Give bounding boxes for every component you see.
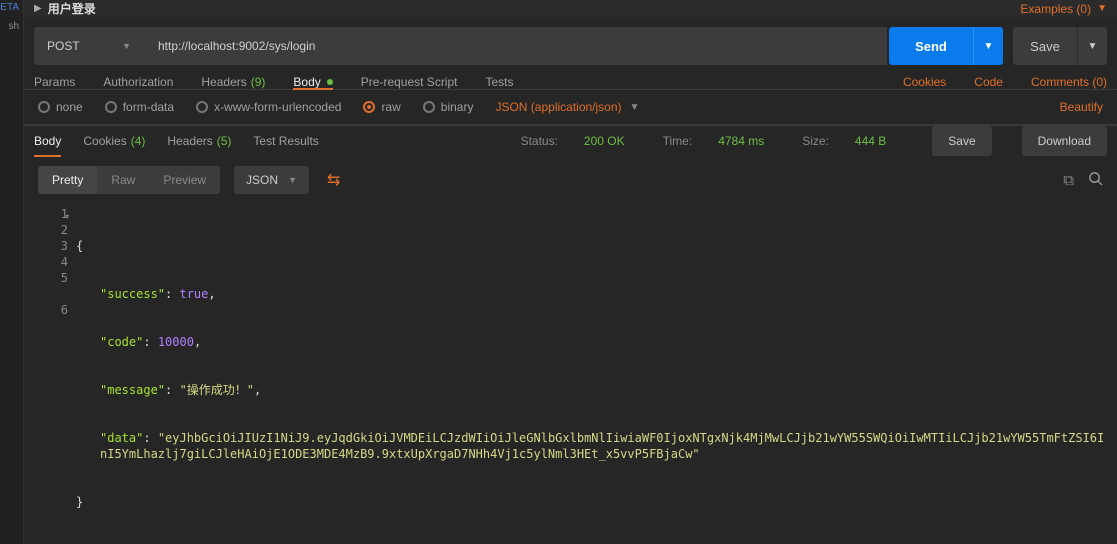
- copy-icon[interactable]: ⧉: [1063, 172, 1074, 189]
- examples-chevron-icon[interactable]: ▼: [1097, 3, 1107, 14]
- tab-headers[interactable]: Headers (9): [201, 75, 265, 89]
- resp-tab-cookies-label: Cookies: [83, 134, 126, 148]
- chevron-down-icon: ▼: [630, 102, 640, 113]
- examples-dropdown[interactable]: Examples (0): [1020, 2, 1091, 16]
- bodytype-none-label: none: [56, 100, 83, 114]
- cookies-link[interactable]: Cookies: [903, 75, 946, 89]
- url-input[interactable]: [144, 27, 887, 65]
- bodytype-formdata-label: form-data: [123, 100, 174, 114]
- send-dropdown-button[interactable]: ▼: [973, 27, 1003, 65]
- line-number: 2: [24, 222, 68, 238]
- save-dropdown-button[interactable]: ▼: [1077, 27, 1107, 65]
- resp-view-preview[interactable]: Preview: [149, 166, 220, 194]
- radio-icon: [423, 101, 435, 113]
- content-type-label: JSON (application/json): [495, 100, 621, 114]
- resp-download-button[interactable]: Download: [1022, 126, 1107, 156]
- tab-body[interactable]: Body: [293, 75, 332, 89]
- size-value: 444 B: [855, 134, 886, 148]
- json-value: "eyJhbGciOiJIUzI1NiJ9.eyJqdGkiOiJVMDEiLC…: [100, 431, 1104, 461]
- bodytype-none[interactable]: none: [38, 100, 83, 114]
- content-type-select[interactable]: JSON (application/json) ▼: [495, 100, 639, 114]
- resp-tab-cookies-count: (4): [131, 134, 146, 148]
- status-label: Status:: [521, 134, 558, 148]
- left-rail: ETA sh: [0, 0, 24, 544]
- radio-icon: [196, 101, 208, 113]
- tab-body-label: Body: [293, 75, 320, 89]
- bodytype-binary[interactable]: binary: [423, 100, 474, 114]
- tab-headers-label: Headers: [201, 75, 246, 89]
- radio-icon: [363, 101, 375, 113]
- resp-view-pretty[interactable]: Pretty: [38, 166, 97, 194]
- comments-link[interactable]: Comments (0): [1031, 75, 1107, 89]
- tab-tests[interactable]: Tests: [485, 75, 513, 89]
- time-value: 4784 ms: [718, 134, 764, 148]
- left-rail-item: sh: [0, 21, 19, 32]
- body-modified-dot-icon: [327, 79, 333, 85]
- line-number: 3: [24, 238, 68, 254]
- bodytype-xform[interactable]: x-www-form-urlencoded: [196, 100, 341, 114]
- http-method-value: POST: [47, 39, 80, 53]
- resp-tab-headers[interactable]: Headers (5): [167, 126, 231, 156]
- resp-view-raw[interactable]: Raw: [97, 166, 149, 194]
- left-rail-beta: ETA: [0, 2, 19, 13]
- json-key: "message": [100, 383, 165, 397]
- tab-headers-count: (9): [251, 75, 266, 89]
- chevron-down-icon: ▼: [122, 41, 131, 51]
- bodytype-raw[interactable]: raw: [363, 100, 400, 114]
- code-link[interactable]: Code: [974, 75, 1003, 89]
- resp-tab-cookies[interactable]: Cookies (4): [83, 126, 145, 156]
- search-icon[interactable]: [1088, 171, 1103, 190]
- size-label: Size:: [802, 134, 829, 148]
- resp-tab-testresults[interactable]: Test Results: [253, 126, 318, 156]
- status-value: 200 OK: [584, 134, 625, 148]
- wrap-lines-icon[interactable]: ⇆: [321, 166, 346, 194]
- resp-format-select[interactable]: JSON ▼: [234, 166, 309, 194]
- tab-prerequest[interactable]: Pre-request Script: [361, 75, 458, 89]
- line-number: 5: [24, 270, 68, 302]
- resp-tab-body[interactable]: Body: [34, 126, 61, 156]
- tab-authorization[interactable]: Authorization: [103, 75, 173, 89]
- chevron-down-icon: ▼: [288, 175, 297, 185]
- resp-view-segment: Pretty Raw Preview: [38, 166, 220, 194]
- resp-save-button[interactable]: Save: [932, 126, 991, 156]
- resp-tab-headers-label: Headers: [167, 134, 212, 148]
- send-button[interactable]: Send: [889, 27, 973, 65]
- json-key: "code": [100, 335, 143, 349]
- bodytype-formdata[interactable]: form-data: [105, 100, 174, 114]
- resp-format-label: JSON: [246, 173, 278, 187]
- bodytype-xform-label: x-www-form-urlencoded: [214, 100, 341, 114]
- json-value: 10000: [158, 335, 194, 349]
- save-button[interactable]: Save: [1013, 27, 1077, 65]
- tab-params[interactable]: Params: [34, 75, 75, 89]
- line-number: 6: [24, 302, 68, 318]
- resp-tab-headers-count: (5): [217, 134, 232, 148]
- line-number: 4: [24, 254, 68, 270]
- radio-icon: [105, 101, 117, 113]
- bodytype-binary-label: binary: [441, 100, 474, 114]
- json-key: "success": [100, 287, 165, 301]
- json-value: true: [179, 287, 208, 301]
- request-title: 用户登录: [48, 0, 96, 17]
- collapse-triangle-icon[interactable]: ▶: [34, 3, 42, 14]
- radio-icon: [38, 101, 50, 113]
- time-label: Time:: [663, 134, 693, 148]
- bodytype-raw-label: raw: [381, 100, 400, 114]
- http-method-select[interactable]: POST ▼: [34, 27, 144, 65]
- response-body-editor[interactable]: 1▾ 2 3 4 5 6 { "success": true, "code": …: [24, 204, 1117, 544]
- json-value: "操作成功！": [179, 383, 253, 397]
- json-key: "data": [100, 431, 143, 445]
- beautify-link[interactable]: Beautify: [1060, 100, 1103, 114]
